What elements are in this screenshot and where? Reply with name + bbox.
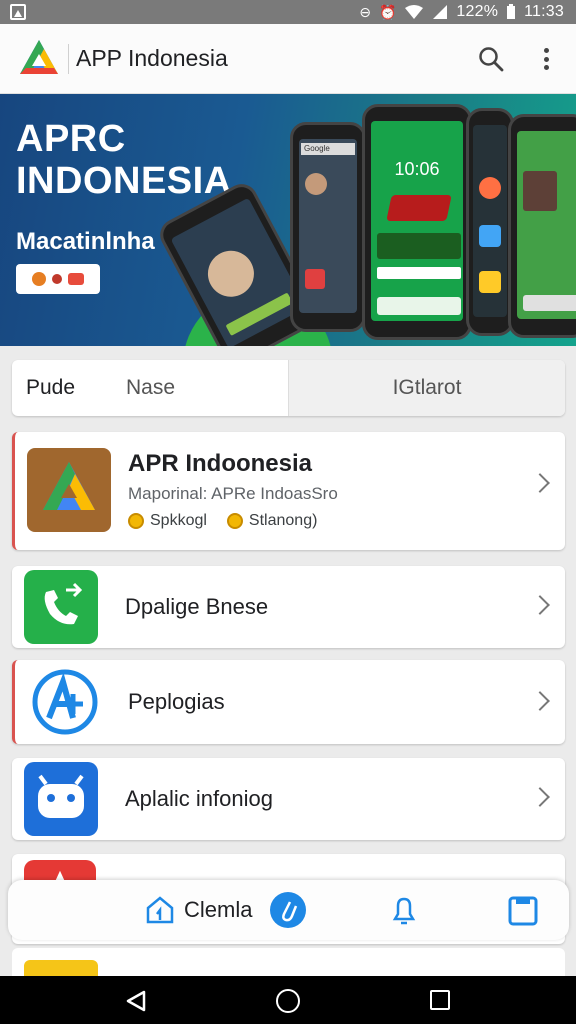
list-item[interactable]: APR Indoonesia Maporinal: APRe IndoasSro… <box>12 432 565 550</box>
chevron-right-icon <box>530 595 550 615</box>
gallery-notification-icon <box>10 4 26 20</box>
status-icons: ⊖ ⏰ 122% 11:33 <box>359 2 564 22</box>
app-bar-divider <box>68 44 69 74</box>
phone-mockup: Google <box>290 122 366 332</box>
phone-search-label: Google <box>301 143 355 155</box>
back-icon[interactable] <box>124 989 148 1013</box>
badge-dot-icon <box>68 273 84 285</box>
list-item-title: Aplalic infoniog <box>125 786 273 811</box>
meta-label-2: Stlanong) <box>248 512 318 529</box>
list-item-title: Dpalige Bnese <box>125 594 269 619</box>
tab-pude[interactable]: Pude <box>12 360 112 416</box>
bottom-action-bar: Clemla <box>8 880 569 940</box>
chevron-right-icon <box>530 691 550 711</box>
wifi-icon <box>405 5 424 19</box>
banner-headline-line-1: APRC <box>16 118 126 160</box>
attach-icon[interactable] <box>270 892 306 928</box>
home-icon[interactable] <box>276 989 300 1013</box>
list-item-peek <box>12 948 565 976</box>
battery-icon <box>507 4 516 19</box>
tab-bar: Pude Nase IGtlarot <box>12 360 565 416</box>
recents-icon[interactable] <box>430 990 450 1010</box>
phone-call-icon <box>44 582 83 625</box>
signal-icon <box>433 5 448 19</box>
battery-percent: 122% <box>456 3 499 20</box>
chevron-right-icon <box>530 787 550 807</box>
dnd-icon: ⊖ <box>359 4 371 20</box>
phone-clock: 10:06 <box>394 159 440 179</box>
more-options-icon[interactable] <box>537 46 555 72</box>
app-icon <box>27 448 111 532</box>
coin-icon <box>226 513 243 529</box>
drive-logo-icon <box>43 462 95 510</box>
promo-banner[interactable]: APRC INDONESIA Macatinlnha Google 10:06 <box>0 94 576 346</box>
badge-dot-icon <box>32 272 46 286</box>
home-lock-icon[interactable] <box>144 894 176 926</box>
meta-label-1: Spkkogl <box>150 512 207 529</box>
system-navigation-bar <box>0 976 576 1024</box>
phone-mockup <box>466 108 514 336</box>
list-item-title: Peplogias <box>128 689 225 714</box>
tab-nase[interactable]: Nase <box>112 360 288 416</box>
phone-mockup <box>508 114 576 338</box>
app-logo-icon <box>20 40 58 74</box>
a-plus-logo-icon <box>32 669 98 735</box>
banner-headline: APRC INDONESIA <box>16 118 232 202</box>
bookmark-icon[interactable] <box>506 894 540 928</box>
banner-headline-line-2: INDONESIA <box>16 160 232 202</box>
coin-icon <box>128 513 144 529</box>
search-icon[interactable] <box>478 46 504 72</box>
list-item[interactable]: Aplalic infoniog <box>12 758 565 840</box>
app-icon <box>24 762 98 836</box>
list-item-title: APR Indoonesia <box>128 450 313 477</box>
app-icon <box>24 960 98 976</box>
app-icon <box>24 570 98 644</box>
banner-badge <box>16 264 100 294</box>
badge-dot-icon <box>52 274 62 284</box>
chevron-right-icon <box>530 473 550 493</box>
alarm-icon: ⏰ <box>378 4 397 20</box>
bottom-bar-label[interactable]: Clemla <box>184 897 252 923</box>
app-title: APP Indonesia <box>76 45 228 71</box>
robot-face-icon <box>38 774 84 818</box>
list-item-description: Maporinal: APRe IndoasSro <box>128 484 338 503</box>
status-bar: ⊖ ⏰ 122% 11:33 <box>0 0 576 24</box>
list-item-meta: Spkkogl Stlanong) <box>128 512 317 530</box>
app-bar: APP Indonesia <box>0 24 576 94</box>
banner-subtitle: Macatinlnha <box>16 228 155 255</box>
list-item[interactable]: Dpalige Bnese <box>12 566 565 648</box>
clock: 11:33 <box>524 3 564 20</box>
list-item[interactable]: Peplogias <box>12 660 565 744</box>
bell-icon[interactable] <box>386 892 422 928</box>
tab-igtlarot[interactable]: IGtlarot <box>288 360 565 416</box>
phone-mockup: 10:06 <box>362 104 472 340</box>
app-icon <box>27 664 103 740</box>
